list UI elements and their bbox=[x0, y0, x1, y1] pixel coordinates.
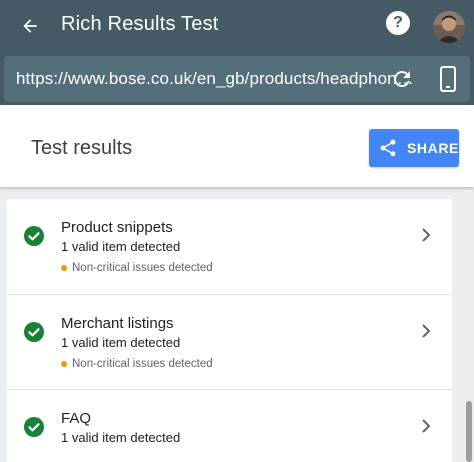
result-subtitle: 1 valid item detected bbox=[61, 430, 181, 445]
result-title: Product snippets bbox=[61, 219, 173, 236]
check-circle-icon bbox=[24, 417, 44, 437]
share-button[interactable]: SHARE bbox=[369, 129, 459, 167]
warning-text: Non-critical issues detected bbox=[72, 358, 213, 370]
arrow-back-icon bbox=[23, 19, 37, 33]
result-item-merchant-listings[interactable]: Merchant listings 1 valid item detected … bbox=[7, 294, 452, 390]
top-row: Rich Results Test ? bbox=[0, 0, 474, 52]
help-button[interactable]: ? bbox=[386, 11, 410, 35]
help-icon: ? bbox=[393, 14, 403, 31]
warning-dot-icon bbox=[61, 361, 67, 367]
result-warning: Non-critical issues detected bbox=[61, 262, 213, 274]
avatar[interactable] bbox=[433, 11, 465, 43]
user-photo bbox=[433, 11, 465, 43]
check-circle-icon bbox=[24, 322, 44, 342]
results-list: Product snippets 1 valid item detected N… bbox=[7, 199, 452, 462]
warning-text: Non-critical issues detected bbox=[72, 262, 213, 274]
results-header: Test results SHARE bbox=[0, 105, 474, 187]
app-bar: Rich Results Test ? https://www.bose.co.… bbox=[0, 0, 474, 105]
warning-dot-icon bbox=[61, 265, 67, 271]
chevron-right-icon bbox=[422, 419, 431, 433]
smartphone-icon[interactable] bbox=[436, 66, 460, 92]
chevron-right-icon bbox=[422, 228, 431, 242]
share-label: SHARE bbox=[406, 140, 459, 156]
result-title: FAQ bbox=[61, 410, 92, 427]
refresh-icon[interactable] bbox=[390, 67, 414, 91]
url-bar: https://www.bose.co.uk/en_gb/products/he… bbox=[4, 56, 470, 102]
result-item-product-snippets[interactable]: Product snippets 1 valid item detected N… bbox=[7, 199, 452, 295]
app-title: Rich Results Test bbox=[61, 13, 219, 35]
chevron-right-icon bbox=[422, 324, 431, 338]
back-button[interactable] bbox=[16, 12, 44, 40]
result-item-faq[interactable]: FAQ 1 valid item detected bbox=[7, 389, 452, 462]
share-icon bbox=[380, 139, 396, 157]
scrollbar-thumb[interactable] bbox=[466, 401, 472, 462]
result-subtitle: 1 valid item detected bbox=[61, 335, 181, 350]
result-subtitle: 1 valid item detected bbox=[61, 239, 181, 254]
check-circle-icon bbox=[24, 226, 44, 246]
url-field[interactable]: https://www.bose.co.uk/en_gb/products/he… bbox=[16, 69, 414, 89]
page-title: Test results bbox=[31, 137, 133, 159]
result-warning: Non-critical issues detected bbox=[61, 358, 213, 370]
result-title: Merchant listings bbox=[61, 315, 174, 332]
